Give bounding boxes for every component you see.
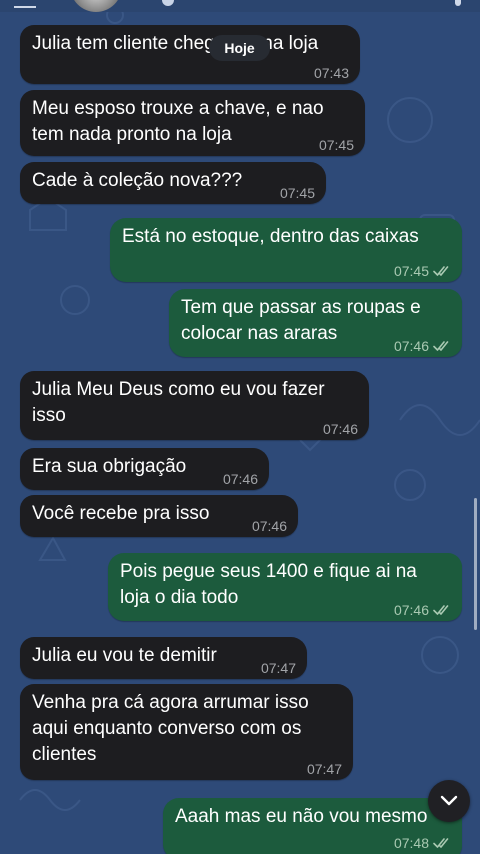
date-separator: Hoje bbox=[209, 35, 270, 61]
message-text: Julia Meu Deus como eu vou fazer isso bbox=[32, 379, 325, 426]
message-time: 07:45 bbox=[279, 185, 315, 201]
message-text: Meu esposo trouxe a chave, e nao tem nad… bbox=[32, 98, 324, 145]
message-outgoing[interactable]: Aaah mas eu não vou mesmo 07:48 bbox=[163, 798, 462, 854]
message-outgoing[interactable]: Pois pegue seus 1400 e fique ai na loja … bbox=[108, 553, 462, 621]
message-meta: 07:45 bbox=[394, 263, 451, 279]
message-time: 07:43 bbox=[313, 65, 349, 81]
message-meta: 07:46 bbox=[323, 421, 358, 437]
contact-name[interactable] bbox=[162, 0, 174, 6]
message-time: 07:48 bbox=[393, 835, 429, 851]
back-arrow-icon[interactable] bbox=[14, 0, 36, 8]
message-time: 07:46 bbox=[322, 421, 358, 437]
message-text: Você recebe pra isso bbox=[32, 503, 210, 524]
message-meta: 07:45 bbox=[319, 137, 354, 153]
message-time: 07:45 bbox=[393, 263, 429, 279]
chat-header bbox=[0, 0, 480, 12]
scrollbar[interactable] bbox=[474, 498, 477, 630]
message-text: Venha pra cá agora arrumar isso aqui enq… bbox=[32, 692, 309, 765]
message-time: 07:46 bbox=[393, 602, 429, 618]
message-meta: 07:48 bbox=[394, 835, 451, 851]
message-time: 07:46 bbox=[222, 471, 258, 487]
message-meta: 07:47 bbox=[261, 660, 296, 676]
message-time: 07:46 bbox=[251, 518, 287, 534]
message-time: 07:46 bbox=[393, 338, 429, 354]
message-incoming[interactable]: Venha pra cá agora arrumar isso aqui enq… bbox=[20, 684, 353, 780]
message-incoming[interactable]: Era sua obrigação 07:46 bbox=[20, 448, 269, 490]
message-incoming[interactable]: Julia eu vou te demitir 07:47 bbox=[20, 637, 307, 679]
double-check-icon bbox=[433, 340, 451, 352]
message-meta: 07:46 bbox=[394, 338, 451, 354]
message-text: Julia eu vou te demitir bbox=[32, 645, 217, 666]
message-incoming[interactable]: Julia tem cliente chegando na loja 07:43 bbox=[20, 25, 360, 84]
message-incoming[interactable]: Meu esposo trouxe a chave, e nao tem nad… bbox=[20, 90, 365, 156]
message-outgoing[interactable]: Tem que passar as roupas e colocar nas a… bbox=[169, 289, 462, 357]
message-meta: 07:46 bbox=[223, 471, 258, 487]
double-check-icon bbox=[433, 837, 451, 849]
message-incoming[interactable]: Julia Meu Deus como eu vou fazer isso 07… bbox=[20, 371, 369, 440]
message-incoming[interactable]: Cade à coleção nova??? 07:45 bbox=[20, 162, 326, 204]
message-text: Está no estoque, dentro das caixas bbox=[122, 226, 419, 247]
double-check-icon bbox=[433, 604, 451, 616]
chat-view[interactable]: Julia tem cliente chegando na loja 07:43… bbox=[0, 0, 480, 854]
message-meta: 07:43 bbox=[314, 65, 349, 81]
message-meta: 07:45 bbox=[280, 185, 315, 201]
message-time: 07:47 bbox=[306, 761, 342, 777]
contact-avatar[interactable] bbox=[70, 0, 122, 12]
scroll-to-bottom-button[interactable] bbox=[428, 780, 470, 822]
message-meta: 07:46 bbox=[394, 602, 451, 618]
message-incoming[interactable]: Você recebe pra isso 07:46 bbox=[20, 495, 298, 537]
message-text: Aaah mas eu não vou mesmo bbox=[175, 806, 428, 827]
message-time: 07:47 bbox=[260, 660, 296, 676]
message-text: Julia tem cliente chegando na loja bbox=[32, 33, 319, 54]
message-time: 07:45 bbox=[318, 137, 354, 153]
message-meta: 07:47 bbox=[307, 761, 342, 777]
message-text: Cade à coleção nova??? bbox=[32, 170, 243, 191]
double-check-icon bbox=[433, 265, 451, 277]
header-menu-icon[interactable] bbox=[455, 0, 461, 6]
chevron-down-icon bbox=[440, 795, 458, 806]
message-meta: 07:46 bbox=[252, 518, 287, 534]
message-outgoing[interactable]: Está no estoque, dentro das caixas 07:45 bbox=[110, 218, 462, 282]
